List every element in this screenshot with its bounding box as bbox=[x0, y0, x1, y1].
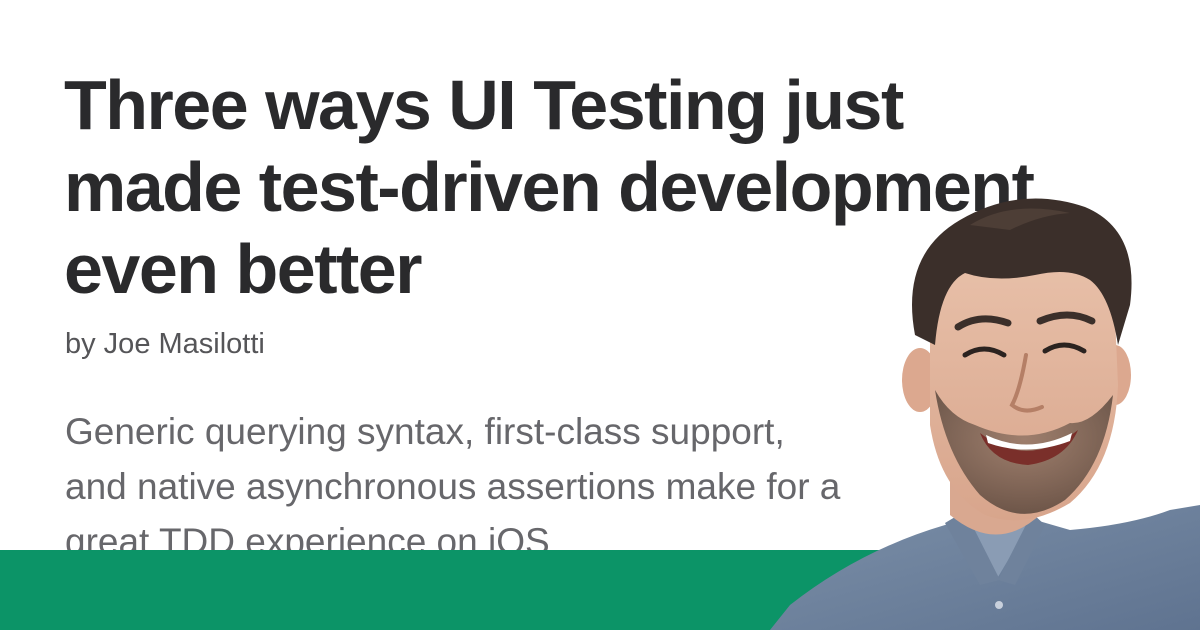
social-share-card: Three ways UI Testing just made test-dri… bbox=[0, 0, 1200, 630]
article-byline: by Joe Masilotti bbox=[65, 328, 265, 360]
author-photo bbox=[770, 198, 1200, 630]
article-summary: Generic querying syntax, first-class sup… bbox=[65, 411, 841, 562]
